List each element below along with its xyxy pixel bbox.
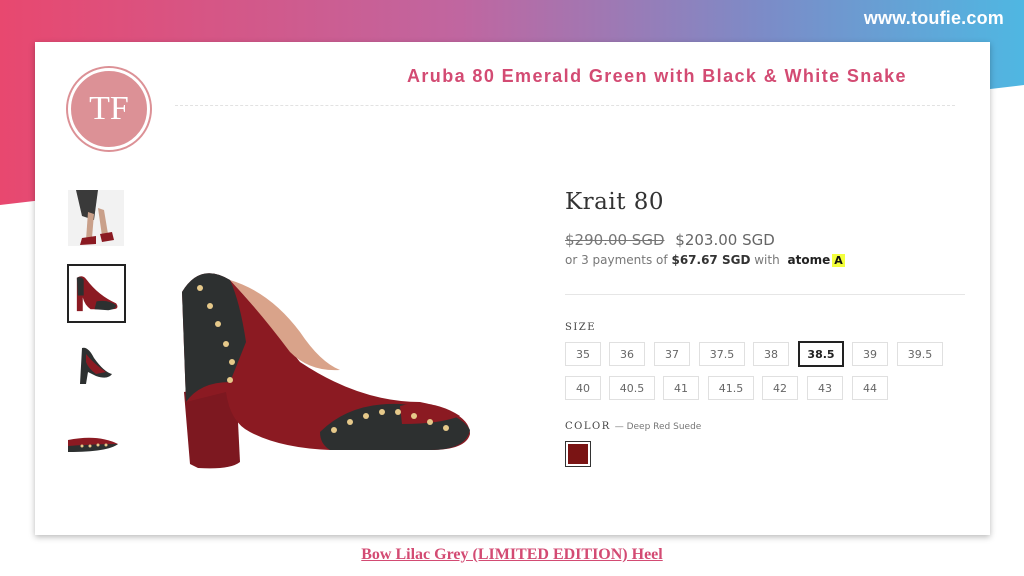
size-option-39[interactable]: 39 xyxy=(852,342,888,366)
price-row: $290.00 SGD $203.00 SGD xyxy=(565,231,775,249)
size-option-37[interactable]: 37 xyxy=(654,342,690,366)
size-option-40[interactable]: 40 xyxy=(565,376,601,400)
size-option-41-5[interactable]: 41.5 xyxy=(708,376,754,400)
brand-logo[interactable]: TF xyxy=(68,68,150,150)
sale-price: $203.00 SGD xyxy=(675,231,775,249)
size-option-36[interactable]: 36 xyxy=(609,342,645,366)
atome-logo[interactable]: atome xyxy=(788,253,831,267)
size-option-38-5[interactable]: 38.5 xyxy=(798,341,844,367)
original-price: $290.00 SGD xyxy=(565,231,665,249)
size-option-41[interactable]: 41 xyxy=(663,376,699,400)
product-card: TF Aruba 80 Emerald Green with Black & W… xyxy=(35,42,990,535)
info-divider xyxy=(565,294,965,295)
size-option-39-5[interactable]: 39.5 xyxy=(897,342,943,366)
size-label: SIZE xyxy=(565,322,597,333)
footer-product-link[interactable]: Bow Lilac Grey (LIMITED EDITION) Heel xyxy=(0,546,1024,564)
atome-mark-icon: A xyxy=(832,254,845,267)
color-label: COLOR — Deep Red Suede xyxy=(565,421,701,432)
product-name: Krait 80 xyxy=(565,189,665,215)
thumbnail-shoe-toe[interactable] xyxy=(68,416,124,472)
thumbnail-shoe-side[interactable] xyxy=(67,264,126,323)
site-url[interactable]: www.toufie.com xyxy=(864,8,1004,29)
header-divider xyxy=(175,105,955,106)
size-option-44[interactable]: 44 xyxy=(852,376,888,400)
size-option-38[interactable]: 38 xyxy=(753,342,789,366)
color-swatch-deep-red[interactable] xyxy=(565,441,591,467)
product-main-image xyxy=(182,273,470,469)
size-option-40-5[interactable]: 40.5 xyxy=(609,376,655,400)
thumbnail-shoe-front[interactable] xyxy=(68,336,124,392)
thumbnail-model-legs[interactable] xyxy=(68,190,124,246)
installment-prefix: or 3 payments of xyxy=(565,253,668,267)
size-option-37-5[interactable]: 37.5 xyxy=(699,342,745,366)
size-option-43[interactable]: 43 xyxy=(807,376,843,400)
swatch-fill xyxy=(568,444,588,464)
page-title: Aruba 80 Emerald Green with Black & Whit… xyxy=(407,66,907,86)
size-option-42[interactable]: 42 xyxy=(762,376,798,400)
color-value: — Deep Red Suede xyxy=(614,422,702,432)
installment-amount: $67.67 SGD xyxy=(671,253,751,267)
size-option-35[interactable]: 35 xyxy=(565,342,601,366)
color-label-text: COLOR xyxy=(565,421,611,432)
installment-with: with xyxy=(754,253,780,267)
installment-info: or 3 payments of $67.67 SGD with atome A xyxy=(565,253,845,267)
